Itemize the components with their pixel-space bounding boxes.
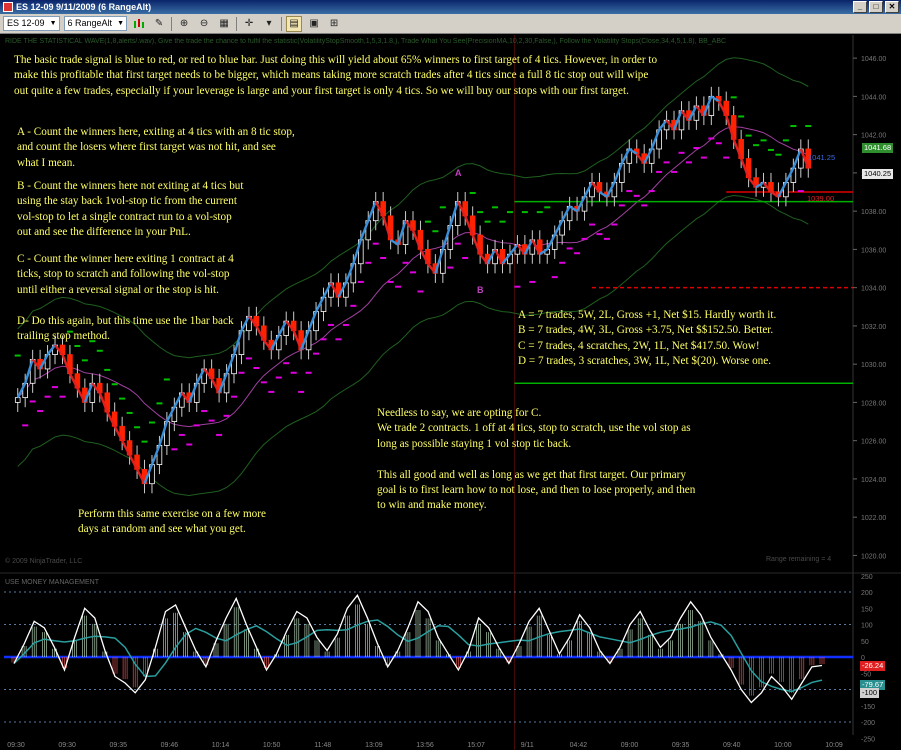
zoom-in-icon[interactable]: ⊕ (176, 16, 192, 32)
x-tick-label: 11:48 (314, 742, 331, 749)
label-a: A (455, 168, 462, 178)
conclusion-note: Needless to say, we are opting for C. We… (377, 407, 696, 512)
copyright: © 2009 NinjaTrader, LLC (5, 558, 83, 565)
lower-tick-label: 50 (861, 639, 869, 646)
lower-panel-label: USE MONEY MANAGEMENT (5, 579, 99, 586)
note-b: B - Count the winners here not exiting a… (17, 180, 244, 239)
price-badge-stop: 1039.00 (807, 194, 835, 203)
y-tick-label: 1030.00 (861, 362, 886, 369)
y-tick-label: 1044.00 (861, 94, 886, 101)
exercise-note: Perform this same exercise on a few more… (78, 508, 266, 536)
x-tick-label: 09:46 (161, 742, 179, 749)
maximize-button[interactable]: □ (869, 1, 883, 13)
range-remaining: Range remaining = 4 (766, 556, 832, 563)
title-bar: ES 12-09 9/11/2009 (6 RangeAlt) _ □ ✕ (0, 0, 901, 14)
window-controls: _ □ ✕ (853, 1, 899, 13)
y-tick-label: 1020.00 (861, 553, 886, 560)
toolbar-divider (171, 16, 173, 31)
y-tick-label: 1046.00 (861, 56, 886, 63)
x-tick-label: 04:42 (570, 742, 588, 749)
instrument-value: ES 12-09 (7, 18, 45, 28)
lower-tick-label: -50 (861, 671, 871, 678)
bar-type-icon[interactable] (131, 16, 147, 32)
properties-icon[interactable]: ▦ (216, 16, 232, 32)
x-tick-label: 09:30 (58, 742, 76, 749)
window-title: ES 12-09 9/11/2009 (6 RangeAlt) (16, 2, 152, 12)
price-badge-current: 1040.25 (862, 169, 894, 179)
x-tick-label: 09:35 (672, 742, 690, 749)
lower-tick-label: -150 (861, 704, 875, 711)
minimize-button[interactable]: _ (853, 1, 867, 13)
pencil-icon[interactable]: ✎ (151, 16, 167, 32)
x-tick-label: 10:09 (825, 742, 843, 749)
note-a: A - Count the winners here, exiting at 4… (17, 126, 295, 169)
close-button[interactable]: ✕ (885, 1, 899, 13)
x-tick-label: 13:56 (416, 742, 434, 749)
price-badge-target: 1041.25 (808, 153, 836, 162)
x-tick-label: 15:07 (467, 742, 485, 749)
x-tick-label: 09:40 (723, 742, 741, 749)
interval-value: 6 RangeAlt (67, 18, 113, 28)
zoom-out-icon[interactable]: ⊖ (196, 16, 212, 32)
y-tick-label: 1026.00 (861, 439, 886, 446)
x-tick-label: 10:00 (774, 742, 792, 749)
chart-trader-icon[interactable]: ▤ (286, 15, 303, 32)
toolbar-divider (236, 16, 238, 31)
label-b: B (477, 285, 484, 295)
x-tick-label: 10:50 (263, 742, 281, 749)
data-box-icon[interactable]: ▣ (306, 16, 322, 32)
chart-toolbar: ES 12-09 ▼ 6 RangeAlt ▼ ✎ ⊕ ⊖ ▦ ✛ ▾ ▤ ▣ … (0, 14, 901, 34)
intro-note: The basic trade signal is blue to red, o… (14, 54, 658, 97)
ninjatrader-chart-window: ES 12-09 9/11/2009 (6 RangeAlt) _ □ ✕ ES… (0, 0, 901, 750)
mm-badge-a: -26.24 (860, 661, 886, 671)
app-icon (3, 2, 13, 12)
y-tick-label: 1038.00 (861, 209, 886, 216)
price-badge-upper: 1041.68 (862, 143, 894, 153)
lower-tick-label: 100 (861, 623, 873, 630)
y-tick-label: 1022.00 (861, 515, 886, 522)
indicator-label: RIDE THE STATISTICAL WAVE(1,8,alerts/.wa… (5, 38, 727, 45)
x-tick-label: 10:14 (212, 742, 230, 749)
indicators-icon[interactable]: ⊞ (326, 16, 342, 32)
x-tick-label: 09:30 (7, 742, 25, 749)
chevron-down-icon: ▼ (117, 20, 125, 27)
lower-tick-label: -200 (861, 720, 875, 727)
lower-tick-label: 150 (861, 606, 873, 613)
note-c: C - Count the winner here exiting 1 cont… (17, 253, 234, 296)
chevron-down-icon[interactable]: ▾ (261, 16, 277, 32)
results-note: A = 7 trades, 5W, 2L, Gross +1, Net $15.… (518, 309, 777, 368)
y-tick-label: 1028.00 (861, 400, 886, 407)
instrument-select[interactable]: ES 12-09 ▼ (3, 16, 60, 31)
interval-select[interactable]: 6 RangeAlt ▼ (63, 16, 128, 31)
note-d: D- Do this again, but this time use the … (17, 315, 234, 343)
crosshair-icon[interactable]: ✛ (241, 16, 257, 32)
y-tick-label: 1024.00 (861, 477, 886, 484)
x-tick-label: 09:35 (109, 742, 127, 749)
chevron-down-icon: ▼ (49, 20, 57, 27)
lower-tick-label: 200 (861, 590, 873, 597)
y-tick-label: 1032.00 (861, 324, 886, 331)
x-tick-label: 9/11 (521, 742, 534, 749)
x-tick-label: 13:09 (365, 742, 383, 749)
mm-badge-c: -100 (860, 688, 880, 698)
lower-tick-label: 250 (861, 574, 873, 581)
x-tick-label: 09:00 (621, 742, 639, 749)
toolbar-divider (281, 16, 283, 31)
candle-body (14, 397, 21, 403)
y-tick-label: 1034.00 (861, 286, 886, 293)
lower-tick-label: -250 (861, 736, 875, 743)
y-tick-label: 1036.00 (861, 247, 886, 254)
y-tick-label: 1042.00 (861, 133, 886, 140)
